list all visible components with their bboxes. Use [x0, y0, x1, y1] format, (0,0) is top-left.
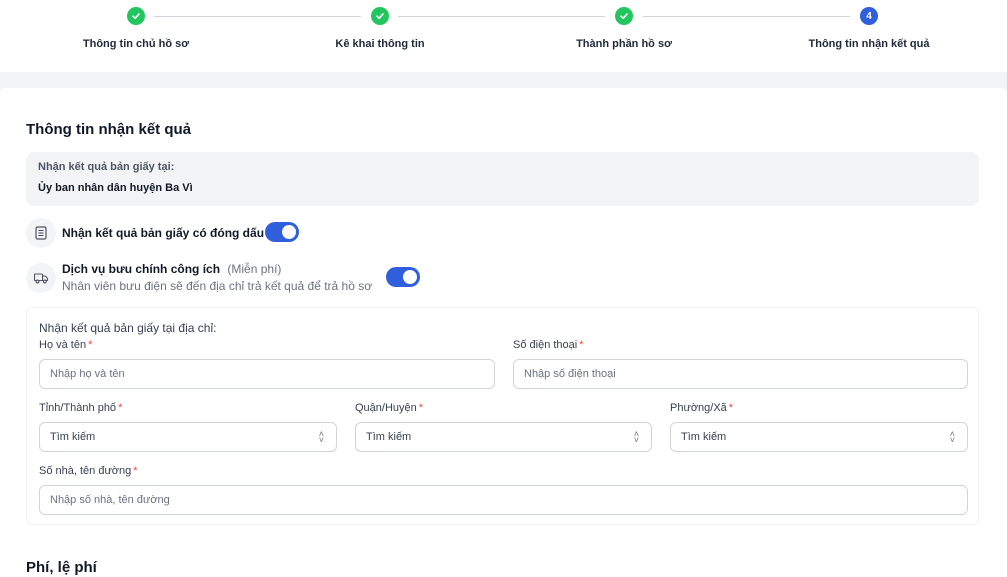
street-label: Số nhà, tên đường * — [39, 465, 138, 477]
stamped-option-title: Nhận kết quả bản giấy có đóng dấu — [62, 226, 265, 240]
step-connector — [154, 16, 361, 17]
chevron-updown-icon: ˄ ˅ — [633, 429, 639, 445]
ward-label: Phường/Xã * — [670, 402, 734, 414]
fees-section-title: Phí, lệ phí — [26, 559, 97, 576]
province-label: Tỉnh/Thành phố * — [39, 402, 123, 414]
step-3-check-icon[interactable] — [615, 7, 633, 25]
paper-location-box: Nhận kết quả bản giấy tại: Ủy ban nhân d… — [26, 152, 979, 206]
district-select[interactable]: Tìm kiếm ˄ ˅ — [355, 422, 652, 452]
section-title: Thông tin nhận kết quả — [26, 121, 191, 138]
phone-input[interactable]: Nhập số điện thoại — [513, 359, 968, 389]
province-select[interactable]: Tìm kiếm ˄ ˅ — [39, 422, 337, 452]
step-2-check-icon[interactable] — [371, 7, 389, 25]
postal-toggle[interactable] — [386, 267, 420, 287]
progress-stepper: 4 Thông tin chủ hồ sơ Kê khai thông tin … — [0, 0, 1007, 72]
phone-label: Số điện thoại * — [513, 339, 584, 351]
result-info-card: Thông tin nhận kết quả Nhận kết quả bản … — [0, 88, 1007, 577]
stamped-option: Nhận kết quả bản giấy có đóng dấu — [62, 226, 264, 240]
step-1-check-icon[interactable] — [127, 7, 145, 25]
district-label: Quận/Huyện * — [355, 402, 424, 414]
delivery-truck-icon — [26, 263, 56, 293]
step-2-label[interactable]: Kê khai thông tin — [270, 38, 490, 50]
postal-option-free-note: (Miễn phí) — [227, 262, 282, 276]
step-4-label[interactable]: Thông tin nhận kết quả — [759, 38, 979, 50]
step-1-label[interactable]: Thông tin chủ hồ sơ — [26, 38, 246, 50]
fullname-input[interactable]: Nhập họ và tên — [39, 359, 495, 389]
postal-option-title: Dịch vụ bưu chính công ích — [62, 262, 221, 276]
ward-select[interactable]: Tìm kiếm ˄ ˅ — [670, 422, 968, 452]
chevron-updown-icon: ˄ ˅ — [949, 429, 955, 445]
postal-option: Dịch vụ bưu chính công ích (Miễn phí) Nh… — [62, 262, 372, 293]
step-4-number[interactable]: 4 — [860, 7, 878, 25]
step-connector — [643, 16, 850, 17]
address-caption: Nhận kết quả bản giấy tại địa chỉ: — [39, 321, 217, 335]
step-3-label[interactable]: Thành phần hồ sơ — [514, 38, 734, 50]
paper-location-label: Nhận kết quả bản giấy tại: — [38, 161, 175, 173]
stamped-toggle[interactable] — [265, 222, 299, 242]
chevron-updown-icon: ˄ ˅ — [318, 429, 324, 445]
paper-location-value: Ủy ban nhân dân huyện Ba Vì — [38, 182, 193, 194]
fullname-label: Họ và tên * — [39, 339, 93, 351]
document-icon — [26, 218, 56, 248]
street-input[interactable]: Nhập số nhà, tên đường — [39, 485, 968, 515]
address-form: Nhận kết quả bản giấy tại địa chỉ: Họ và… — [26, 307, 979, 525]
step-connector — [398, 16, 605, 17]
postal-option-description: Nhân viên bưu điện sẽ đến địa chỉ trả kế… — [62, 279, 373, 293]
